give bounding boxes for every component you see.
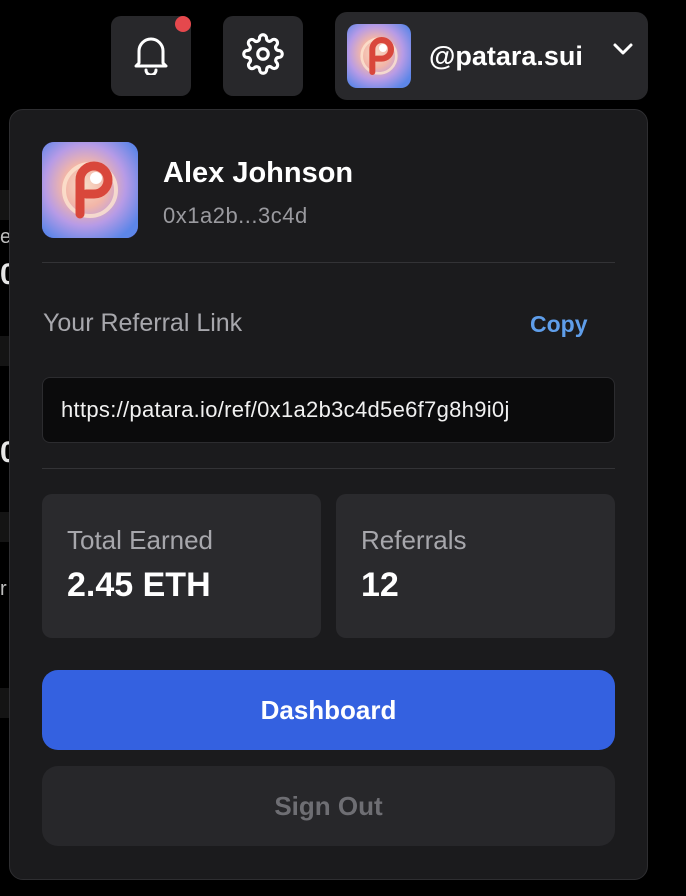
stat-value: 2.45 ETH [67, 566, 211, 604]
user-name: Alex Johnson [163, 157, 354, 189]
stat-value: 12 [361, 566, 399, 604]
wallet-address: 0x1a2b...3c4d [163, 203, 308, 228]
dashboard-button[interactable]: Dashboard [42, 670, 615, 750]
divider [42, 262, 615, 263]
sign-out-button[interactable]: Sign Out [42, 766, 615, 846]
bell-icon [132, 33, 170, 80]
background-text-fragment: r [0, 578, 7, 600]
referral-link-label: Your Referral Link [43, 309, 243, 337]
notification-dot [175, 16, 191, 32]
profile-dropdown-panel: Alex Johnson 0x1a2b...3c4d Your Referral… [9, 109, 648, 880]
gear-icon [242, 32, 284, 80]
avatar [347, 24, 411, 88]
referrals-card: Referrals 12 [336, 494, 615, 638]
profile-handle: @patara.sui [429, 40, 583, 71]
profile-menu-button[interactable]: @patara.sui [335, 12, 648, 100]
total-earned-card: Total Earned 2.45 ETH [42, 494, 321, 638]
referral-link-field[interactable]: https://patara.io/ref/0x1a2b3c4d5e6f7g8h… [42, 377, 615, 443]
divider [42, 468, 615, 469]
chevron-down-icon [612, 42, 634, 61]
notifications-button[interactable] [111, 16, 191, 96]
settings-button[interactable] [223, 16, 303, 96]
copy-referral-button[interactable]: Copy [530, 311, 588, 338]
stat-label: Total Earned [67, 525, 213, 555]
stat-label: Referrals [361, 525, 467, 555]
user-avatar [42, 142, 138, 238]
